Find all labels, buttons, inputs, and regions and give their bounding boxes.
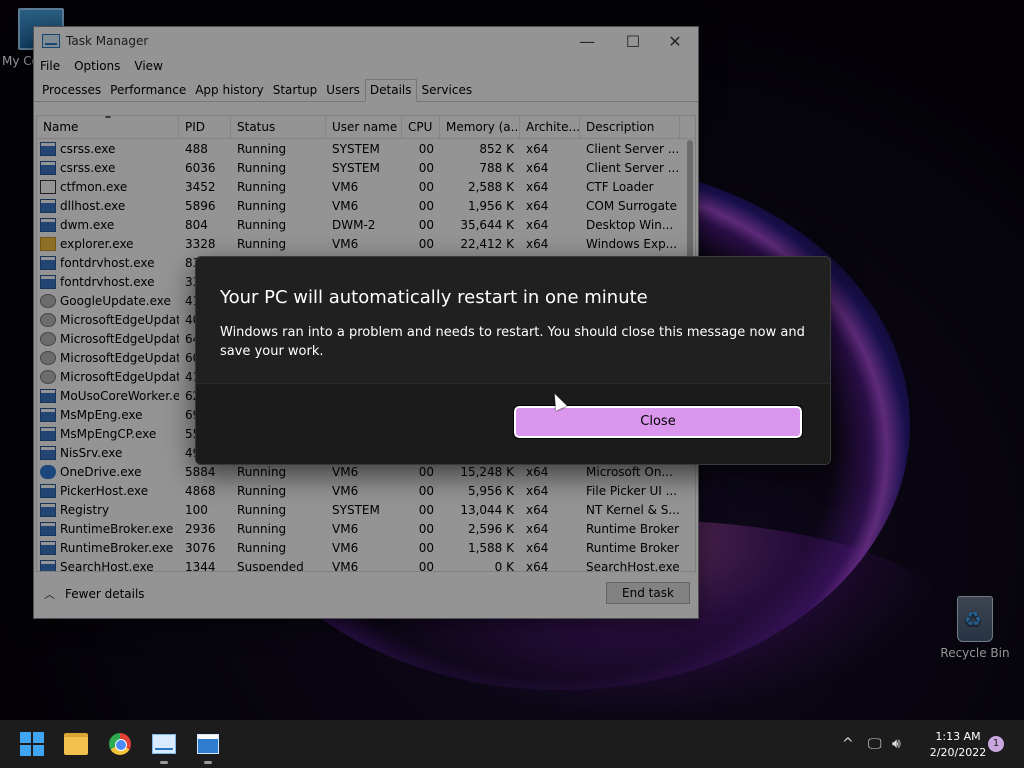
notification-badge[interactable]: 1: [988, 736, 1004, 752]
task-manager-icon: [152, 734, 176, 754]
chrome-icon: [109, 733, 131, 755]
taskbar-app-window[interactable]: [194, 730, 222, 764]
file-explorer-icon: [64, 733, 88, 755]
volume-icon: 🔊︎: [892, 736, 901, 752]
taskbar: ^ 🖵 🔊︎ 1:13 AM 2/20/2022 1: [0, 720, 1024, 768]
tray-overflow-button[interactable]: ^: [842, 720, 854, 768]
start-icon: [20, 732, 44, 756]
clock-time: 1:13 AM: [935, 730, 981, 743]
close-button[interactable]: Close: [513, 405, 803, 439]
app-window-icon: [197, 734, 219, 754]
taskbar-file-explorer[interactable]: [62, 730, 90, 758]
volume-button[interactable]: 🔊︎: [892, 720, 901, 768]
restart-dialog: Your PC will automatically restart in on…: [195, 256, 831, 465]
network-button[interactable]: 🖵: [868, 720, 882, 768]
taskbar-chrome[interactable]: [106, 730, 134, 758]
dialog-title: Your PC will automatically restart in on…: [220, 287, 648, 308]
chevron-up-icon: ^: [842, 736, 854, 752]
system-clock[interactable]: 1:13 AM 2/20/2022: [918, 729, 998, 761]
network-icon: 🖵: [868, 736, 882, 752]
clock-date: 2/20/2022: [929, 746, 987, 759]
dialog-footer: Close: [196, 383, 830, 464]
taskbar-task-manager[interactable]: [150, 730, 178, 764]
start-button[interactable]: [18, 730, 46, 758]
dialog-message: Windows ran into a problem and needs to …: [220, 325, 805, 359]
